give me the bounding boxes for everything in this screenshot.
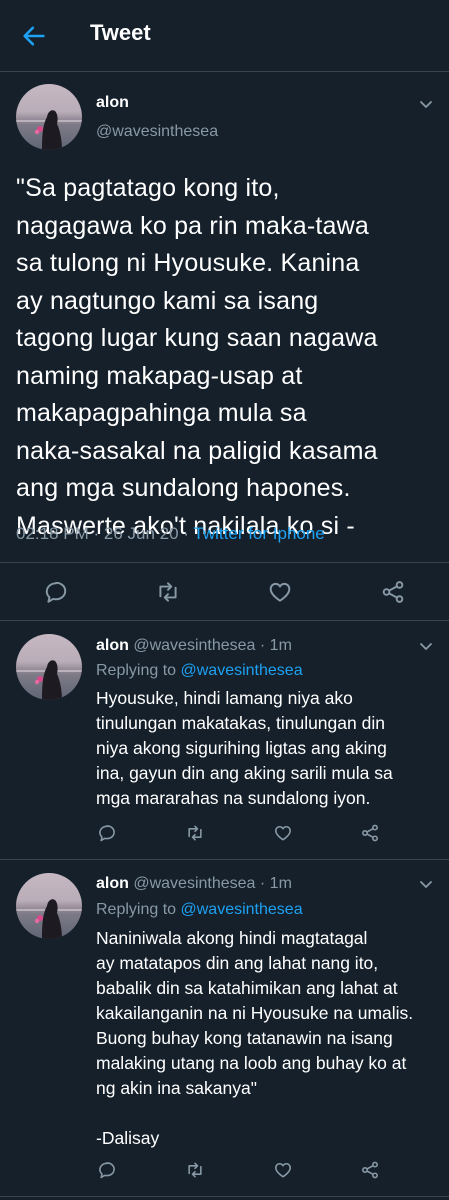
top-bar: Tweet bbox=[0, 0, 449, 72]
divider bbox=[0, 1196, 449, 1197]
tweet-text-line: naka-sasakal na paligid kasama bbox=[16, 436, 378, 465]
author-handle[interactable]: @wavesinthesea bbox=[96, 123, 218, 141]
author-name[interactable]: alon bbox=[96, 94, 129, 112]
meta-separator: · bbox=[259, 637, 266, 654]
reply-text-line: Hyousuke, hindi lamang niya ako bbox=[96, 688, 353, 708]
tweet-meta: 02:18 PM · 26 Jun 20 · Twitter for Iphon… bbox=[16, 524, 325, 544]
divider bbox=[0, 859, 449, 860]
replying-to: Replying to @wavesinthesea bbox=[96, 901, 303, 919]
tweet-text-line: nagagawa ko pa rin maka-tawa bbox=[16, 211, 370, 240]
reply-button[interactable] bbox=[43, 579, 69, 605]
arrow-left-icon bbox=[23, 26, 45, 46]
avatar[interactable] bbox=[16, 634, 82, 700]
mention-link[interactable]: @wavesinthesea bbox=[181, 901, 303, 918]
avatar[interactable] bbox=[16, 873, 82, 939]
reply-text-line: niya akong sigurihing ligtas ang aking bbox=[96, 738, 387, 758]
reply-text-line: babalik din sa katahimikan ang lahat at bbox=[96, 978, 398, 998]
retweet-button[interactable] bbox=[185, 1160, 205, 1180]
reply-text: Naniniwala akong hindi magtatagal ay mat… bbox=[96, 926, 446, 1151]
chevron-down-icon bbox=[420, 881, 432, 888]
avatar-image bbox=[16, 899, 82, 939]
reply-text-line: tinulungan makatakas, tinulungan din bbox=[96, 713, 385, 733]
retweet-icon bbox=[188, 825, 202, 841]
retweet-icon bbox=[188, 1162, 202, 1178]
tweet-source-link[interactable]: Twitter for Iphone bbox=[193, 524, 324, 543]
reply-time: 1m bbox=[269, 637, 292, 654]
reply-text-line: -Dalisay bbox=[96, 1128, 160, 1148]
share-button[interactable] bbox=[360, 823, 380, 843]
replying-to: Replying to @wavesinthesea bbox=[96, 662, 303, 680]
retweet-icon bbox=[159, 582, 177, 602]
reply-text-line: ay matatapos din ang lahat nang ito, bbox=[96, 953, 379, 973]
tweet-text-line: ang mga sundalong hapones. bbox=[16, 474, 351, 502]
reply-button[interactable] bbox=[97, 1160, 117, 1180]
reply-text: Hyousuke, hindi lamang niya ako tinulung… bbox=[96, 686, 446, 811]
heart-icon bbox=[269, 582, 291, 602]
reply-time: 1m bbox=[269, 875, 292, 892]
tweet-date: 26 Jun 20 bbox=[103, 524, 179, 543]
more-options-button[interactable] bbox=[418, 96, 434, 112]
reply-text-line: kakailanganin na ni Hyousuke na umalis. bbox=[96, 1003, 414, 1023]
retweet-button[interactable] bbox=[185, 823, 205, 843]
comment-icon bbox=[99, 1162, 115, 1179]
share-button[interactable] bbox=[360, 1160, 380, 1180]
more-options-button[interactable] bbox=[418, 876, 434, 892]
chevron-down-icon bbox=[420, 643, 432, 650]
avatar[interactable] bbox=[16, 84, 82, 150]
like-button[interactable] bbox=[273, 823, 293, 843]
like-button[interactable] bbox=[273, 1160, 293, 1180]
reply-text-line: Buong buhay kong tatanawin na isang bbox=[96, 1028, 393, 1048]
meta-separator: · bbox=[93, 524, 100, 543]
divider bbox=[0, 562, 449, 563]
retweet-button[interactable] bbox=[155, 579, 181, 605]
reply-text-line: malaking utang na loob ang buhay ko at bbox=[96, 1053, 407, 1073]
author-handle[interactable]: @wavesinthesea bbox=[133, 637, 255, 654]
replying-to-label: Replying to bbox=[96, 901, 177, 918]
tweet-text-line: naming makapag-usap at bbox=[16, 361, 303, 390]
avatar-image bbox=[16, 660, 82, 700]
reply-text-line: ng akin ina sakanya" bbox=[96, 1078, 257, 1098]
reply-header: alon @wavesinthesea · 1m bbox=[96, 637, 292, 655]
share-icon bbox=[362, 1161, 378, 1179]
tweet-text-line: ay nagtungo kami sa isang bbox=[16, 286, 319, 315]
chevron-down-icon bbox=[420, 101, 432, 108]
like-button[interactable] bbox=[267, 579, 293, 605]
share-icon bbox=[382, 581, 404, 603]
mention-link[interactable]: @wavesinthesea bbox=[181, 662, 303, 679]
reply-text-line: mga mararahas na sundalong iyon. bbox=[96, 788, 371, 808]
tweet-text-line: sa tulong ni Hyousuke. Kanina bbox=[16, 249, 360, 277]
avatar-image bbox=[16, 110, 82, 150]
heart-icon bbox=[275, 825, 291, 841]
reply-text-line: Naniniwala akong hindi magtatagal bbox=[96, 928, 368, 948]
author-name[interactable]: alon bbox=[96, 637, 129, 654]
more-options-button[interactable] bbox=[418, 638, 434, 654]
tweet-text-line: "Sa pagtatago kong ito, bbox=[16, 174, 280, 202]
heart-icon bbox=[275, 1162, 291, 1178]
share-button[interactable] bbox=[380, 579, 406, 605]
reply-text-line bbox=[96, 1101, 446, 1126]
tweet-text-line: tagong lugar kung saan nagawa bbox=[16, 324, 378, 352]
tweet-text-line: makapagpahinga mula sa bbox=[16, 399, 307, 427]
tweet-time: 02:18 PM bbox=[16, 524, 89, 543]
back-button[interactable] bbox=[20, 22, 48, 50]
reply-text-line: ina, gayun din ang aking sarili mula sa bbox=[96, 763, 393, 783]
tweet-text: "Sa pagtatago kong ito, nagagawa ko pa r… bbox=[16, 170, 446, 545]
divider bbox=[0, 620, 449, 621]
page-title: Tweet bbox=[90, 20, 151, 45]
replying-to-label: Replying to bbox=[96, 662, 177, 679]
meta-separator: · bbox=[183, 524, 189, 543]
meta-separator: · bbox=[259, 875, 266, 892]
reply-header: alon @wavesinthesea · 1m bbox=[96, 875, 292, 893]
comment-icon bbox=[45, 581, 67, 603]
share-icon bbox=[362, 824, 378, 842]
comment-icon bbox=[99, 825, 115, 842]
reply-button[interactable] bbox=[97, 823, 117, 843]
author-name[interactable]: alon bbox=[96, 875, 129, 892]
author-handle[interactable]: @wavesinthesea bbox=[133, 875, 255, 892]
